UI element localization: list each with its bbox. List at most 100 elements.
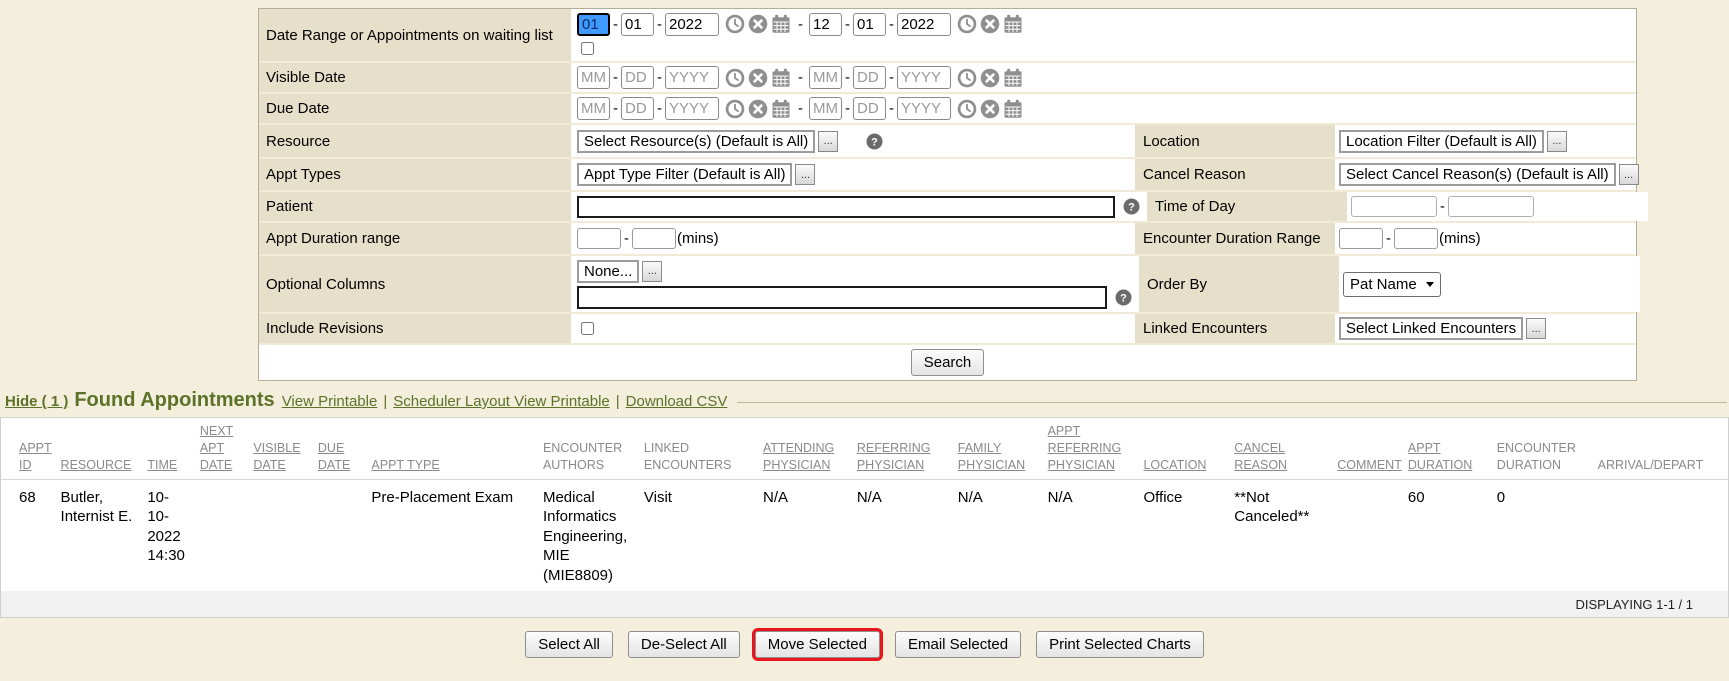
cancel-reason-filter-box[interactable]: Select Cancel Reason(s) (Default is All) (1339, 163, 1616, 186)
calendar-picker-icon[interactable] (1003, 68, 1023, 88)
linked-encounters-more-button[interactable]: ... (1526, 318, 1546, 339)
results-links: View Printable|Scheduler Layout View Pri… (282, 393, 728, 410)
calendar-picker-icon[interactable] (1003, 14, 1023, 34)
scheduler-layout-view-printable-link[interactable]: Scheduler Layout View Printable (393, 393, 610, 410)
column-header-comment[interactable]: COMMENT (1337, 418, 1408, 479)
order-by-select[interactable]: Pat Name (1343, 272, 1441, 297)
column-header-due-date[interactable]: DUE DATE (318, 418, 371, 479)
due-to-day-input[interactable] (853, 97, 886, 120)
cell-referring-physician: N/A (857, 479, 958, 591)
appt-type-more-button[interactable]: ... (795, 164, 815, 185)
time-picker-icon[interactable] (957, 99, 977, 119)
optional-columns-label: Optional Columns (259, 256, 571, 312)
optional-columns-textarea[interactable] (577, 286, 1107, 309)
time-of-day-start-input[interactable] (1351, 196, 1437, 217)
column-header-cancel-reason[interactable]: CANCEL REASON (1234, 418, 1337, 479)
date-range-label: Date Range or Appointments on waiting li… (259, 9, 571, 61)
appt-duration-max-input[interactable] (632, 228, 676, 249)
column-header-next-apt-date[interactable]: NEXT APT DATE (200, 418, 253, 479)
clear-date-icon[interactable] (748, 68, 768, 88)
date-from-year-input[interactable] (665, 13, 719, 36)
visible-from-year-input[interactable] (665, 66, 719, 89)
encounter-duration-min-input[interactable] (1339, 228, 1383, 249)
time-picker-icon[interactable] (725, 14, 745, 34)
date-to-year-input[interactable] (897, 13, 951, 36)
table-row[interactable]: 68Butler, Internist E.10-10-2022 14:30Pr… (1, 479, 1728, 591)
due-from-year-input[interactable] (665, 97, 719, 120)
cancel-reason-filter-value: Select Cancel Reason(s) (Default is All) (1346, 166, 1609, 183)
email-selected-button[interactable]: Email Selected (895, 631, 1021, 658)
patient-input[interactable] (577, 196, 1115, 218)
column-header-location[interactable]: LOCATION (1143, 418, 1234, 479)
date-to-day-input[interactable] (853, 13, 886, 36)
optional-columns-value: None... (584, 263, 632, 280)
time-picker-icon[interactable] (725, 68, 745, 88)
waiting-list-checkbox[interactable] (581, 42, 594, 55)
date-from-day-input[interactable] (621, 13, 654, 36)
calendar-picker-icon[interactable] (771, 68, 791, 88)
time-picker-icon[interactable] (957, 14, 977, 34)
print-selected-charts-button[interactable]: Print Selected Charts (1036, 631, 1204, 658)
download-csv-link[interactable]: Download CSV (626, 393, 728, 410)
cancel-reason-more-button[interactable]: ... (1619, 164, 1639, 185)
clear-date-icon[interactable] (980, 68, 1000, 88)
time-picker-icon[interactable] (957, 68, 977, 88)
due-from-day-input[interactable] (621, 97, 654, 120)
visible-from-month-input[interactable] (577, 66, 610, 89)
clear-date-icon[interactable] (980, 99, 1000, 119)
include-revisions-checkbox[interactable] (581, 322, 594, 335)
visible-from-day-input[interactable] (621, 66, 654, 89)
order-by-label: Order By (1139, 256, 1339, 312)
date-from-month-input[interactable] (577, 13, 610, 36)
view-printable-link[interactable]: View Printable (282, 393, 378, 410)
clear-date-icon[interactable] (748, 99, 768, 119)
optional-columns-help-icon[interactable]: ? (1115, 289, 1132, 306)
location-more-button[interactable]: ... (1547, 131, 1567, 152)
encounter-duration-max-input[interactable] (1394, 228, 1438, 249)
select-all-button[interactable]: Select All (525, 631, 613, 658)
column-header-referring-physician[interactable]: REFERRING PHYSICIAN (857, 418, 958, 479)
due-from-month-input[interactable] (577, 97, 610, 120)
time-of-day-end-input[interactable] (1448, 196, 1534, 217)
visible-to-month-input[interactable] (809, 66, 842, 89)
optional-columns-more-button[interactable]: ... (642, 261, 662, 282)
resource-filter-box[interactable]: Select Resource(s) (Default is All) (577, 130, 815, 153)
date-to-month-input[interactable] (809, 13, 842, 36)
column-header-appt-referring-physician[interactable]: APPT REFERRING PHYSICIAN (1048, 418, 1144, 479)
calendar-picker-icon[interactable] (771, 14, 791, 34)
optional-columns-box[interactable]: None... (577, 260, 639, 283)
de-select-all-button[interactable]: De-Select All (628, 631, 740, 658)
clear-date-icon[interactable] (748, 14, 768, 34)
column-header-appt-duration[interactable]: APPT DURATION (1408, 418, 1497, 479)
clear-date-icon[interactable] (980, 14, 1000, 34)
calendar-picker-icon[interactable] (771, 99, 791, 119)
search-button[interactable]: Search (911, 349, 985, 376)
appt-duration-label: Appt Duration range (259, 223, 571, 254)
move-selected-button[interactable]: Move Selected (755, 631, 880, 658)
appt-type-filter-box[interactable]: Appt Type Filter (Default is All) (577, 163, 792, 186)
visible-to-year-input[interactable] (897, 66, 951, 89)
due-to-month-input[interactable] (809, 97, 842, 120)
hide-results-link[interactable]: Hide ( 1 ) (5, 393, 68, 410)
due-to-year-input[interactable] (897, 97, 951, 120)
resource-more-button[interactable]: ... (818, 131, 838, 152)
time-of-day-label: Time of Day (1147, 192, 1347, 221)
location-filter-box[interactable]: Location Filter (Default is All) (1339, 130, 1544, 153)
column-header-visible-date[interactable]: VISIBLE DATE (253, 418, 318, 479)
appt-duration-min-input[interactable] (577, 228, 621, 249)
visible-to-day-input[interactable] (853, 66, 886, 89)
patient-help-icon[interactable]: ? (1123, 198, 1140, 215)
column-header-family-physician[interactable]: FAMILY PHYSICIAN (958, 418, 1048, 479)
column-header-resource[interactable]: RESOURCE (61, 418, 148, 479)
column-header-appt-id[interactable]: APPT ID (1, 418, 61, 479)
column-header-appt-type[interactable]: APPT TYPE (371, 418, 543, 479)
date-separator: - (845, 69, 850, 86)
column-header-time[interactable]: TIME (147, 418, 199, 479)
time-picker-icon[interactable] (725, 99, 745, 119)
duration-row: Appt Duration range - (mins) Encounter D… (259, 223, 1636, 256)
column-header-attending-physician[interactable]: ATTENDING PHYSICIAN (763, 418, 857, 479)
date-range-row: Date Range or Appointments on waiting li… (259, 9, 1636, 63)
resource-help-icon[interactable]: ? (866, 133, 883, 150)
calendar-picker-icon[interactable] (1003, 99, 1023, 119)
linked-encounters-box[interactable]: Select Linked Encounters (1339, 317, 1523, 340)
